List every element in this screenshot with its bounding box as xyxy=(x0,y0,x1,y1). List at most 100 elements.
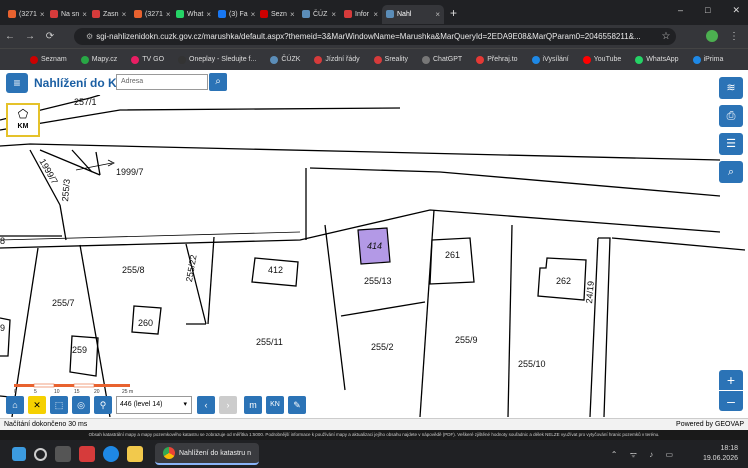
close-window-button[interactable]: ✕ xyxy=(732,5,740,16)
extension-icon[interactable] xyxy=(706,30,718,42)
back-icon[interactable]: ← xyxy=(0,31,20,42)
next-view-icon[interactable]: › xyxy=(219,396,237,414)
forward-icon[interactable]: → xyxy=(20,31,40,42)
scale-bar xyxy=(14,383,130,388)
tab-close-icon[interactable]: × xyxy=(122,10,127,19)
url-field[interactable]: ⚙ sgi-nahlizenidokn.cuzk.gov.cz/marushka… xyxy=(74,28,676,45)
zoom-in-button[interactable]: + xyxy=(719,370,743,390)
windows-start-icon[interactable] xyxy=(12,447,26,461)
tab-close-icon[interactable]: × xyxy=(435,10,440,19)
bookmark-item[interactable]: Oneplay - Sledujte f... xyxy=(178,55,256,64)
legend-icon[interactable]: ☰ xyxy=(719,133,743,155)
bookmark-favicon-icon xyxy=(131,55,140,64)
powered-by: Powered by GEOVAP xyxy=(676,421,744,428)
comment-icon[interactable]: ✎ xyxy=(288,396,306,414)
parcel-label: 255/11 xyxy=(256,337,283,347)
app-title: Nahlížení do KN xyxy=(34,76,126,90)
search-icon[interactable]: ⌕ xyxy=(209,73,227,91)
hamburger-menu-button[interactable]: ≡ xyxy=(6,73,28,93)
bookmark-favicon-icon xyxy=(476,55,485,64)
tab-close-icon[interactable]: × xyxy=(331,10,336,19)
edge-icon[interactable] xyxy=(103,446,119,462)
browser-tab[interactable]: Na sn × xyxy=(46,5,88,24)
bookmark-label: ČÚZK xyxy=(281,56,301,63)
measure-icon[interactable]: m xyxy=(244,396,262,414)
bookmark-item[interactable]: ChatGPT xyxy=(422,55,463,64)
bookmark-label: Přehraj.to xyxy=(487,56,518,63)
tab-close-icon[interactable]: × xyxy=(290,10,295,19)
parcel-label: 255/10 xyxy=(518,359,546,369)
bookmark-item[interactable]: WhatsApp xyxy=(635,55,679,64)
browser-tab[interactable]: What × xyxy=(172,5,214,24)
tab-favicon-icon xyxy=(218,10,226,18)
map-toolbar: ⌂ ✕ ⬚ ◎ ⚲ 446 (level 14) ▾ ‹ › m KN ✎ xyxy=(0,396,748,418)
clear-icon[interactable]: ✕ xyxy=(28,396,46,414)
bookmark-label: ChatGPT xyxy=(433,56,463,63)
tab-close-icon[interactable]: × xyxy=(166,10,171,19)
bookmark-item[interactable]: Mapy.cz xyxy=(80,55,117,64)
bookmark-item[interactable]: TV GO xyxy=(131,55,164,64)
file-explorer-icon[interactable] xyxy=(127,446,143,462)
parcel-label: 255/13 xyxy=(364,276,392,286)
browser-tab[interactable]: Sezn × xyxy=(256,5,298,24)
tab-close-icon[interactable]: × xyxy=(373,10,378,19)
scale-select[interactable]: 446 (level 14) ▾ xyxy=(116,396,192,414)
minimize-button[interactable]: – xyxy=(678,5,683,16)
previous-view-icon[interactable]: ‹ xyxy=(197,396,215,414)
print-icon[interactable]: ⎙ xyxy=(719,105,743,127)
bookmark-item[interactable]: iVysílání xyxy=(531,55,569,64)
tab-close-icon[interactable]: × xyxy=(82,10,87,19)
menu-icon[interactable]: ⋮ xyxy=(724,31,744,42)
new-tab-button[interactable]: + xyxy=(450,6,457,20)
bookmark-item[interactable]: Seznam xyxy=(30,55,67,64)
browser-tab[interactable]: (3271 × xyxy=(4,5,46,24)
tab-label: (3271 xyxy=(145,10,163,18)
browser-tab[interactable]: (3271 × xyxy=(130,5,172,24)
clock[interactable]: 18:18 19.06.2026 xyxy=(703,444,738,464)
bookmark-item[interactable]: Sreality xyxy=(373,55,408,64)
bookmark-item[interactable]: YouTube xyxy=(582,55,621,64)
pin-icon[interactable]: ⚲ xyxy=(94,396,112,414)
browser-tab[interactable]: (3) Fa × xyxy=(214,5,256,24)
site-info-icon[interactable]: ⚙ xyxy=(86,28,94,45)
bookmark-star-icon[interactable]: ☆ xyxy=(656,31,676,42)
browser-tab[interactable]: Nahl × xyxy=(382,4,444,24)
layers-icon[interactable]: ≋ xyxy=(719,77,743,99)
scale-bar-label: 5 xyxy=(34,389,37,395)
address-search-input[interactable]: Adresa xyxy=(116,74,208,90)
parcel-label: 260 xyxy=(138,318,154,328)
bookmark-favicon-icon xyxy=(373,55,382,64)
kn-info-button[interactable]: KN xyxy=(266,396,284,414)
home-icon[interactable]: ⌂ xyxy=(6,396,24,414)
cadastral-map[interactable]: 257/1 1999/7 1999/7 255/3 255/7 255/8 255/22 25… xyxy=(0,95,748,417)
locate-icon[interactable]: ◎ xyxy=(72,396,90,414)
tab-close-icon[interactable]: × xyxy=(251,10,256,19)
tab-close-icon[interactable]: × xyxy=(40,10,45,19)
browser-tab[interactable]: ČÚZ × xyxy=(298,5,340,24)
app-icon[interactable] xyxy=(79,446,95,462)
bookmark-label: Jízdní řády xyxy=(325,56,360,63)
tab-close-icon[interactable]: × xyxy=(206,10,211,19)
browser-tab[interactable]: Zasn × xyxy=(88,5,130,24)
bookmark-item[interactable]: Přehraj.to xyxy=(476,55,518,64)
parcel-label: 9 xyxy=(0,323,6,333)
bookmark-item[interactable]: Jízdní řády xyxy=(314,55,360,64)
bookmark-label: iVysílání xyxy=(542,56,569,63)
select-area-icon[interactable]: ⬚ xyxy=(50,396,68,414)
task-view-icon[interactable] xyxy=(55,446,71,462)
tab-label: (3271 xyxy=(19,10,37,18)
parcel-label: 257/1 xyxy=(74,97,97,107)
system-tray-icons[interactable]: ⌃ ᯤ ♪ ▭ xyxy=(611,449,678,460)
km-layer-button[interactable]: ⬠ KM xyxy=(6,103,40,137)
reload-icon[interactable]: ⟳ xyxy=(40,31,60,42)
browser-tab[interactable]: Infor × xyxy=(340,5,382,24)
tab-label: Sezn xyxy=(271,10,287,18)
search-taskbar-icon[interactable] xyxy=(34,447,47,461)
browser-tab-bar: (3271 × Na sn × Zasn × (3271 × What × (3) Fa × Sezn ×… xyxy=(0,0,748,25)
bookmark-item[interactable]: ČÚZK xyxy=(270,55,301,64)
bookmark-favicon-icon xyxy=(80,55,89,64)
bookmark-item[interactable]: iPrima xyxy=(692,55,723,64)
maximize-button[interactable]: □ xyxy=(705,5,710,16)
search-map-icon[interactable]: ⌕ xyxy=(719,161,743,183)
taskbar-chrome-window[interactable]: Nahlížení do katastru n xyxy=(155,443,259,465)
